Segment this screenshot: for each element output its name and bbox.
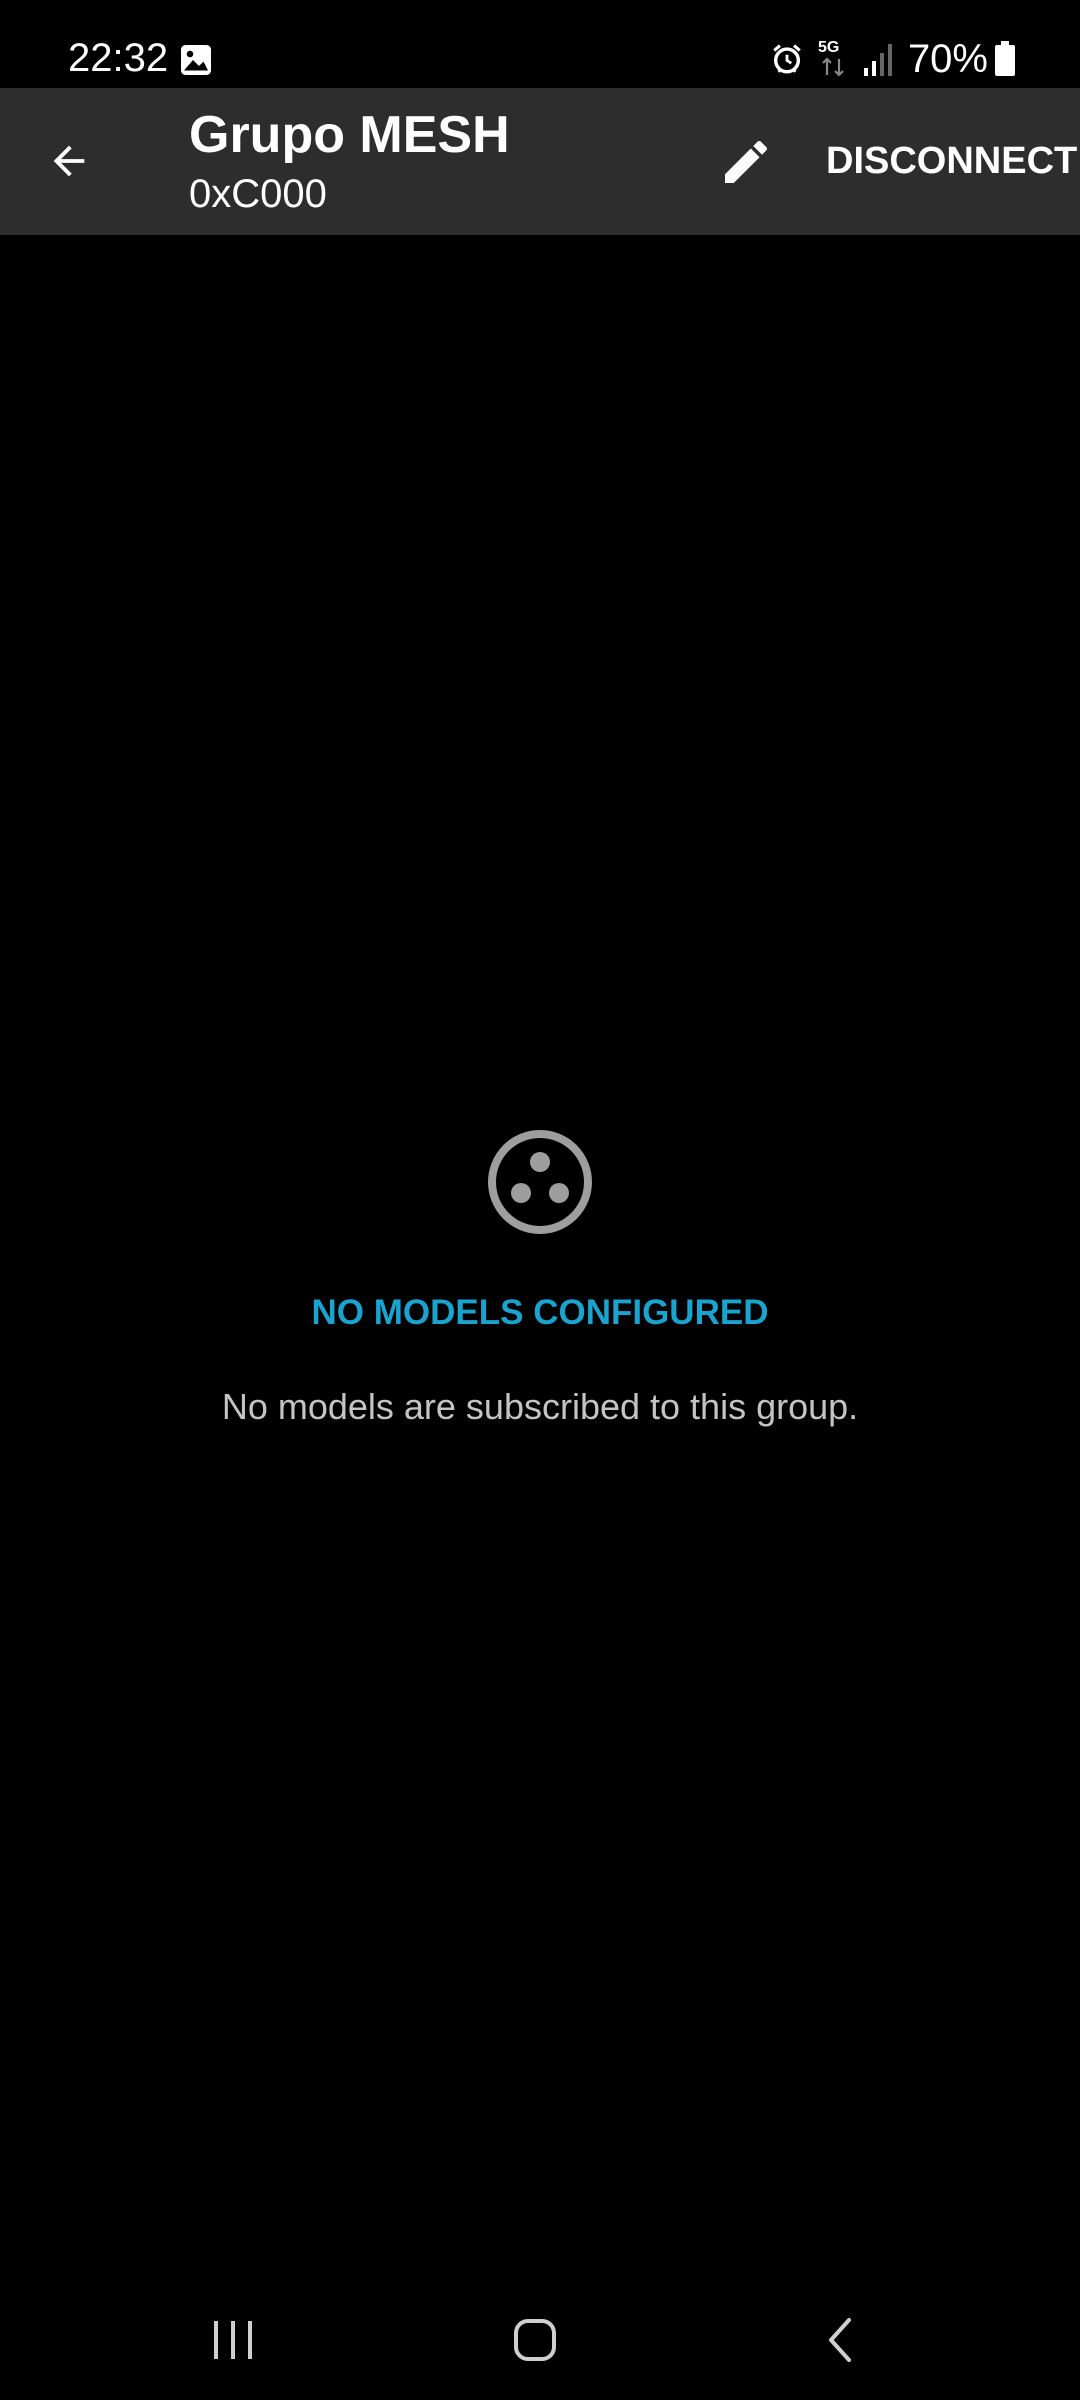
status-bar: 22:32 5G 70%: [0, 0, 1080, 88]
alarm-icon: [773, 44, 801, 74]
recent-apps-icon: [214, 2321, 252, 2359]
status-time: 22:32: [68, 36, 169, 80]
system-back-button[interactable]: [790, 2300, 890, 2380]
home-button[interactable]: [485, 2300, 585, 2380]
battery-percent: 70%: [907, 37, 988, 81]
home-icon: [514, 2319, 556, 2361]
recent-apps-button[interactable]: [183, 2300, 283, 2380]
signal-icon: [863, 44, 892, 76]
network-5g-icon: 5G: [818, 39, 848, 79]
navigation-bar: [0, 2280, 1080, 2400]
group-address: 0xC000: [189, 172, 327, 216]
empty-state-message: No models are subscribed to this group.: [221, 1386, 859, 1427]
edit-button[interactable]: [710, 126, 782, 198]
app-bar: Grupo MESH 0xC000 DISCONNECT: [0, 88, 1080, 235]
network-label: 5G: [817, 39, 840, 56]
arrow-back-icon: [53, 145, 85, 177]
gallery-icon: [181, 45, 211, 75]
empty-state-title: NO MODELS CONFIGURED: [311, 1293, 769, 1332]
models-icon: [488, 1130, 592, 1234]
battery-icon: [995, 41, 1015, 76]
page-title: Grupo MESH: [189, 106, 510, 164]
back-button[interactable]: [34, 126, 104, 196]
status-icons: 5G 70%: [756, 34, 1016, 84]
back-icon: [829, 2318, 851, 2362]
pencil-icon: [725, 140, 768, 183]
disconnect-button[interactable]: DISCONNECT: [826, 136, 1077, 186]
